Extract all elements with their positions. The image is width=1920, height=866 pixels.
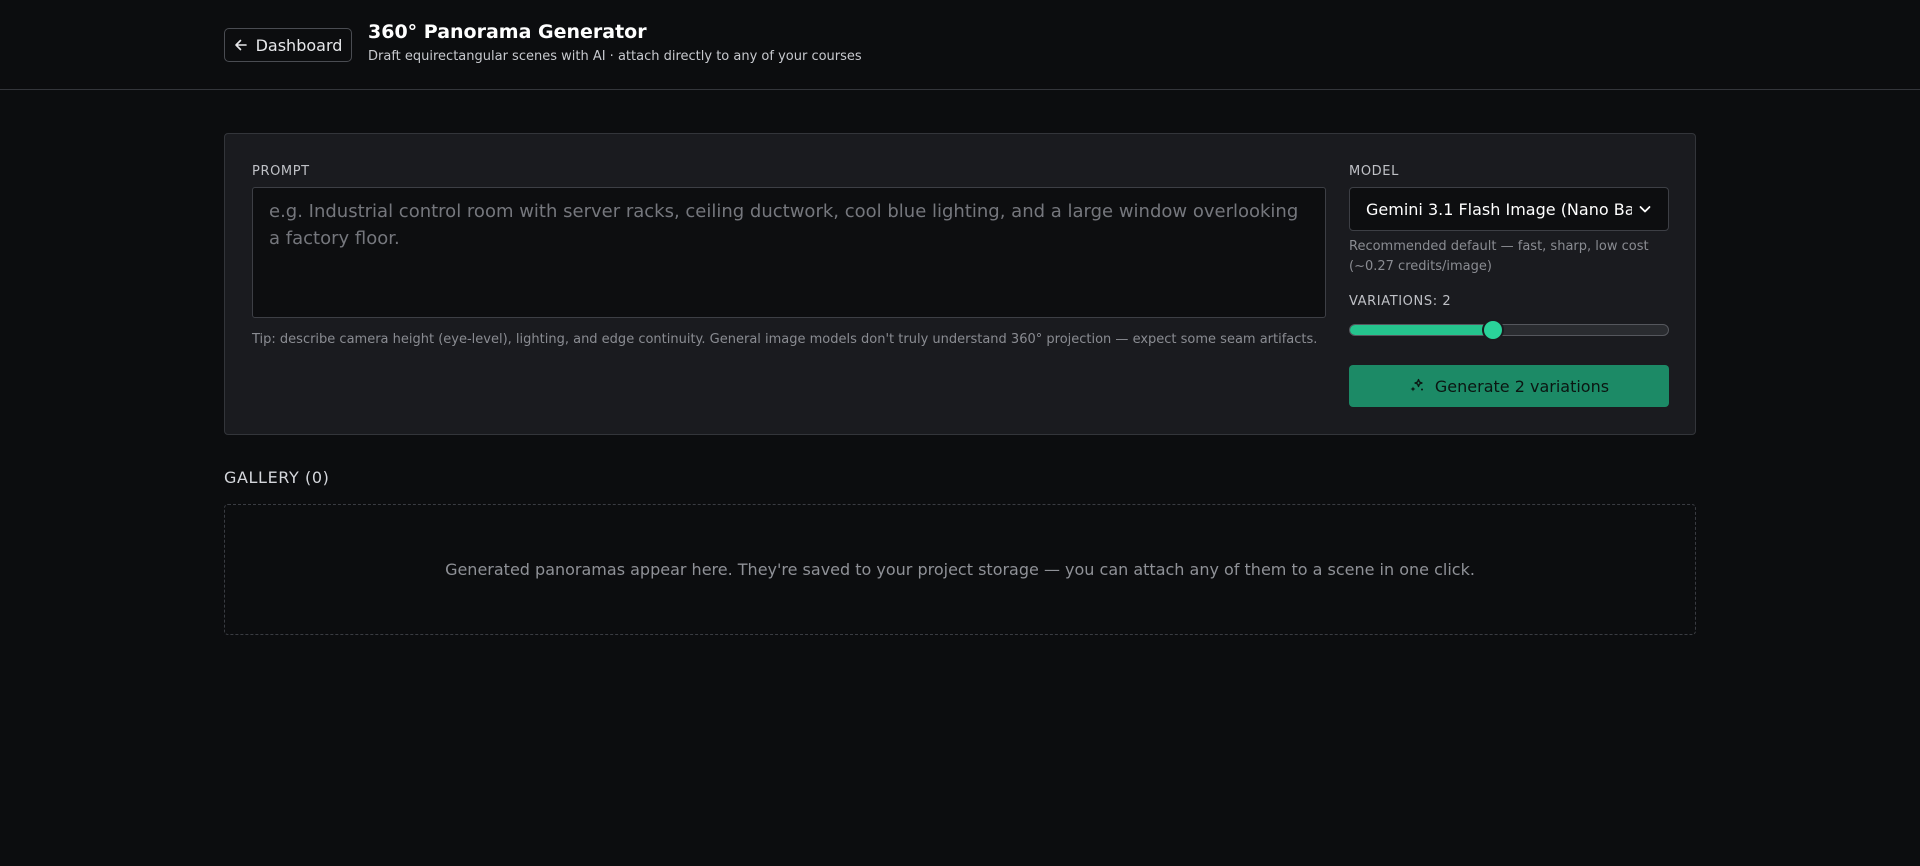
prompt-label: PROMPT xyxy=(252,164,310,179)
generate-button-label: Generate 2 variations xyxy=(1434,376,1610,396)
generator-panel: PROMPT Tip: describe camera height (eye-… xyxy=(224,133,1696,435)
sparkles-icon xyxy=(1409,378,1425,394)
prompt-tip: Tip: describe camera height (eye-level),… xyxy=(252,332,1318,347)
chevron-down-icon xyxy=(1638,202,1652,216)
page-title: 360° Panorama Generator xyxy=(368,21,647,43)
arrow-left-icon xyxy=(234,38,248,52)
gallery-empty-state: Generated panoramas appear here. They're… xyxy=(224,504,1696,635)
model-select[interactable]: Gemini 3.1 Flash Image (Nano Banana xyxy=(1349,187,1669,231)
title-block: 360° Panorama Generator Draft equirectan… xyxy=(368,21,862,64)
model-hint: Recommended default — fast, sharp, low c… xyxy=(1349,239,1649,274)
page-subtitle: Draft equirectangular scenes with AI · a… xyxy=(368,49,862,64)
model-select-value: Gemini 3.1 Flash Image (Nano Banana xyxy=(1366,199,1632,219)
page-header: Dashboard 360° Panorama Generator Draft … xyxy=(0,0,1920,90)
gallery-empty-text: Generated panoramas appear here. They're… xyxy=(445,560,1475,579)
prompt-input[interactable] xyxy=(252,187,1326,318)
variations-slider[interactable] xyxy=(1349,321,1669,339)
back-button-label: Dashboard xyxy=(255,35,343,55)
generate-button[interactable]: Generate 2 variations xyxy=(1349,365,1669,407)
model-label: MODEL xyxy=(1349,164,1399,179)
variations-slider-thumb[interactable] xyxy=(1484,321,1503,339)
variations-label: VARIATIONS: 2 xyxy=(1349,294,1452,309)
back-to-dashboard-button[interactable]: Dashboard xyxy=(224,28,352,62)
variations-slider-fill xyxy=(1350,325,1494,335)
gallery-title: GALLERY (0) xyxy=(224,468,330,487)
